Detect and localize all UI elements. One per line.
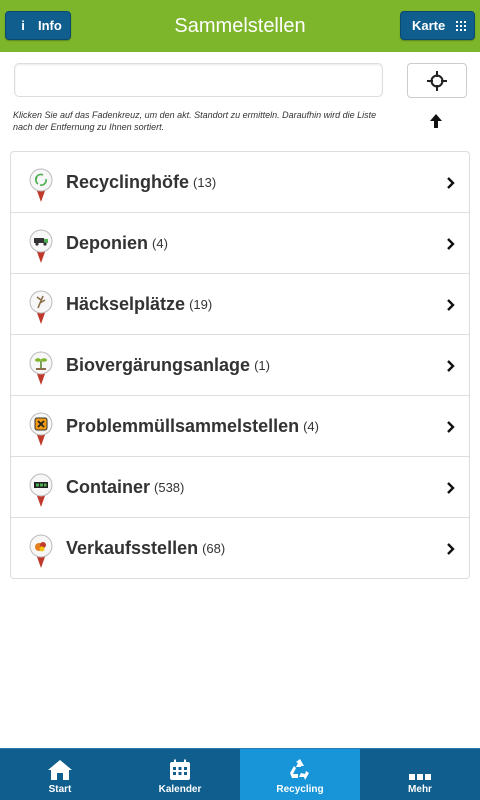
item-count: (13)	[193, 174, 217, 190]
more-icon	[409, 774, 431, 780]
item-label: Container	[66, 476, 151, 497]
chevron-right-icon	[447, 238, 455, 250]
tab-label: Kalender	[158, 784, 202, 795]
item-label: Häckselplätze	[66, 293, 186, 314]
chevron-right-icon	[447, 421, 455, 433]
locate-hint: Klicken Sie auf das Fadenkreuz, um den a…	[13, 110, 377, 132]
locate-button[interactable]	[407, 63, 467, 98]
item-label: Deponien	[66, 232, 149, 253]
chevron-right-icon	[447, 177, 455, 189]
grid-icon	[456, 20, 467, 31]
tab-label: Recycling	[276, 784, 324, 795]
item-label: Biovergärungsanlage	[66, 354, 251, 375]
recycling-icon	[290, 759, 309, 780]
arrow-up-icon	[430, 114, 442, 128]
recycling-icon	[29, 168, 53, 202]
list-item-deponien[interactable]: Deponien (4)	[11, 213, 469, 274]
info-button-label: Info	[38, 18, 62, 33]
map-button[interactable]: Karte	[400, 11, 475, 40]
item-count: (1)	[254, 357, 270, 373]
tab-kalender[interactable]: Kalender	[120, 749, 240, 800]
info-button[interactable]: i Info	[5, 11, 71, 40]
branch-icon	[29, 290, 53, 324]
item-label: Verkaufsstellen	[66, 537, 199, 558]
tab-recycling[interactable]: Recycling	[240, 749, 360, 800]
header-bar: i Info Sammelstellen Karte	[0, 0, 480, 52]
search-input[interactable]	[14, 63, 383, 97]
tab-mehr[interactable]: Mehr	[360, 749, 480, 800]
item-label: Recyclinghöfe	[66, 171, 190, 192]
chevron-right-icon	[447, 299, 455, 311]
tab-start[interactable]: Start	[0, 749, 120, 800]
list-item-container[interactable]: Container (538)	[11, 457, 469, 518]
shop-icon	[29, 534, 53, 568]
list-item-haeckselplaetze[interactable]: Häckselplätze (19)	[11, 274, 469, 335]
list-item-problemmuellsammelstellen[interactable]: Problemmüllsammelstellen (4)	[11, 396, 469, 457]
info-icon: i	[21, 18, 25, 33]
chevron-right-icon	[447, 482, 455, 494]
item-count: (4)	[152, 235, 168, 251]
item-count: (19)	[189, 296, 213, 312]
item-count: (538)	[154, 479, 185, 495]
list-item-verkaufsstellen[interactable]: Verkaufsstellen (68)	[11, 518, 469, 578]
chevron-right-icon	[447, 543, 455, 555]
calendar-icon	[170, 759, 190, 780]
list-item-biovergaerungsanlage[interactable]: Biovergärungsanlage (1)	[11, 335, 469, 396]
sprout-icon	[29, 351, 53, 385]
tab-bar: Start Kalender Recycling Mehr	[0, 748, 480, 800]
crosshair-icon	[427, 70, 447, 91]
container-icon	[29, 473, 53, 507]
item-label: Problemmüllsammelstellen	[66, 415, 300, 436]
tab-label: Mehr	[408, 784, 432, 795]
hazard-icon	[29, 412, 53, 446]
item-count: (68)	[202, 540, 226, 556]
home-icon	[48, 760, 72, 780]
tab-label: Start	[48, 784, 72, 795]
list-item-recyclinghoefe[interactable]: Recyclinghöfe (13)	[11, 152, 469, 213]
chevron-right-icon	[447, 360, 455, 372]
category-list: Recyclinghöfe (13) Deponien (4) Häckselplä…	[10, 151, 470, 579]
item-count: (4)	[303, 418, 319, 434]
truck-icon	[29, 229, 53, 263]
map-button-label: Karte	[412, 18, 446, 33]
